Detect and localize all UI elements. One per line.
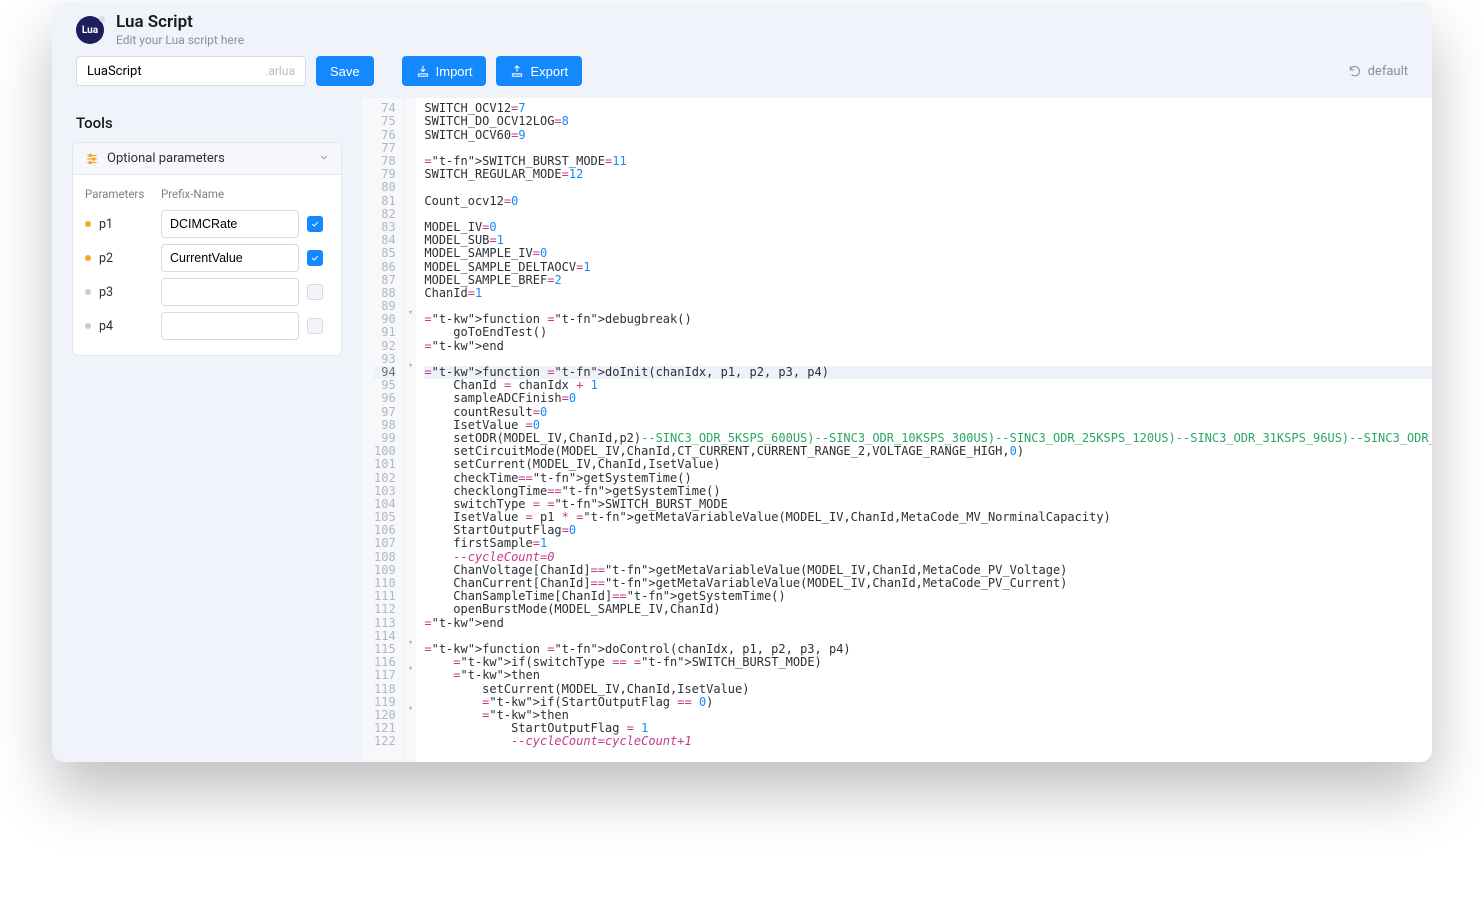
code-editor[interactable]: 7475767778798081828384858687888990919293… — [362, 98, 1432, 762]
code-area[interactable]: SWITCH_OCV12=7SWITCH_DO_OCV12LOG=8SWITCH… — [416, 98, 1432, 762]
status-dot — [85, 289, 91, 295]
filename-value: LuaScript — [87, 64, 142, 79]
app-window: Lua Lua Script Edit your Lua script here… — [52, 2, 1432, 762]
param-key: p3 — [85, 285, 153, 300]
col-param: Parameters — [85, 187, 153, 201]
panel-header[interactable]: Optional parameters — [73, 143, 341, 175]
export-button[interactable]: Export — [496, 56, 582, 86]
reset-default-button[interactable]: default — [1348, 64, 1408, 79]
param-key: p4 — [85, 319, 153, 334]
param-row: p3 — [85, 275, 329, 309]
import-icon — [416, 64, 430, 78]
header: Lua Lua Script Edit your Lua script here — [52, 2, 1432, 56]
tools-title: Tools — [76, 114, 338, 132]
param-checkbox[interactable] — [307, 318, 323, 334]
export-icon — [510, 64, 524, 78]
sidebar: Tools Optional parameters Parameters Pre… — [52, 98, 362, 762]
import-button[interactable]: Import — [402, 56, 487, 86]
page-subtitle: Edit your Lua script here — [116, 33, 244, 48]
status-dot — [85, 255, 91, 261]
param-checkbox[interactable] — [307, 216, 323, 232]
param-value-input[interactable] — [161, 312, 299, 340]
title-block: Lua Script Edit your Lua script here — [116, 12, 244, 48]
param-value-input[interactable] — [161, 278, 299, 306]
param-key: p1 — [85, 217, 153, 232]
status-dot — [85, 323, 91, 329]
param-checkbox[interactable] — [307, 284, 323, 300]
status-dot — [85, 221, 91, 227]
lua-logo-icon: Lua — [76, 16, 104, 44]
line-gutter: 7475767778798081828384858687888990919293… — [362, 98, 405, 762]
page-title: Lua Script — [116, 12, 244, 33]
param-row: p2 — [85, 241, 329, 275]
content: Tools Optional parameters Parameters Pre… — [52, 98, 1432, 762]
panel-label: Optional parameters — [107, 151, 225, 166]
param-row: p1 — [85, 207, 329, 241]
col-prefix: Prefix-Name — [161, 187, 299, 201]
filename-input[interactable]: LuaScript .arlua — [76, 56, 306, 86]
fold-gutter: ▾ ▾ ▾ ▾ ▾ — [405, 98, 417, 762]
param-checkbox[interactable] — [307, 250, 323, 266]
toolbar: LuaScript .arlua Save Import Export defa… — [52, 56, 1432, 98]
chevron-down-icon — [317, 150, 331, 168]
param-key: p2 — [85, 251, 153, 266]
save-button[interactable]: Save — [316, 56, 374, 86]
panel-body: Parameters Prefix-Name p1 p2 p3 p4 — [73, 175, 341, 355]
param-row: p4 — [85, 309, 329, 343]
param-header-row: Parameters Prefix-Name — [85, 183, 329, 207]
param-value-input[interactable] — [161, 210, 299, 238]
undo-icon — [1348, 64, 1362, 78]
params-icon — [85, 152, 99, 166]
optional-params-panel: Optional parameters Parameters Prefix-Na… — [72, 142, 342, 356]
filename-ext: .arlua — [265, 64, 295, 78]
param-value-input[interactable] — [161, 244, 299, 272]
